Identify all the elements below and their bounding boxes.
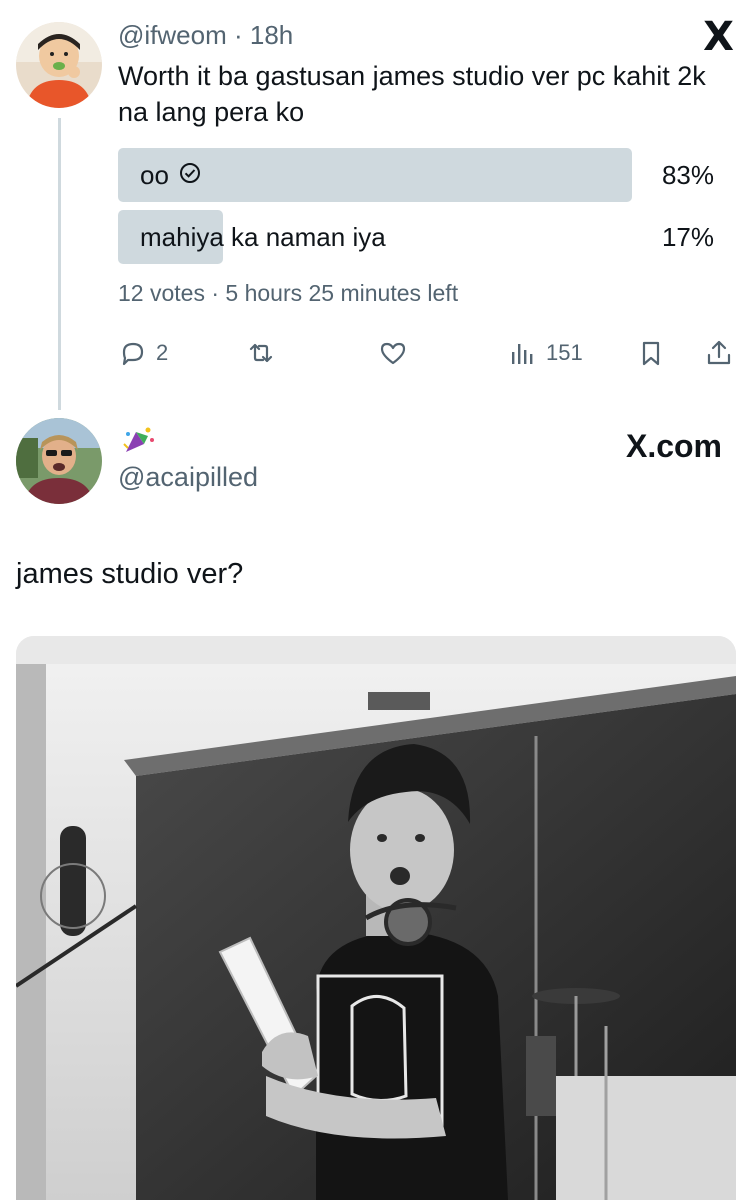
poll-meta: 12 votes · 5 hours 25 minutes left — [118, 280, 458, 307]
reply-icon — [118, 338, 148, 368]
bookmark-button[interactable] — [636, 338, 666, 368]
views-count: 151 — [546, 340, 583, 365]
poll-option-label: mahiya ka naman iya — [140, 222, 386, 252]
poll-option-percent: 83% — [661, 160, 714, 190]
x-logo-icon: X — [703, 14, 734, 60]
like-button[interactable] — [378, 338, 408, 368]
retweet-button[interactable] — [246, 338, 276, 368]
reply-count: 2 — [156, 340, 169, 365]
tweet-time[interactable]: 18h — [250, 20, 293, 50]
poll-option-percent: 17% — [661, 222, 714, 252]
like-icon — [378, 338, 408, 368]
share-button[interactable] — [704, 338, 734, 368]
views-icon — [508, 338, 538, 368]
thread-line — [58, 118, 61, 410]
check-circle-icon — [179, 160, 201, 191]
reply-photo[interactable] — [16, 636, 736, 1200]
views-button[interactable]: 151 — [508, 338, 583, 368]
party-sparkle-emoji — [118, 422, 156, 460]
tweet-text: Worth it ba gastusan james studio ver pc… — [118, 61, 706, 127]
share-icon — [704, 338, 734, 368]
action-bar: 2 151 — [118, 338, 738, 374]
reply-button[interactable]: 2 — [118, 338, 168, 368]
poll-separator: · — [211, 280, 220, 306]
poll-option-label-row: oo — [140, 160, 201, 191]
tweet-handle[interactable]: @ifweom — [118, 20, 227, 50]
poll-option-label-row: mahiya ka naman iya — [140, 222, 386, 253]
poll-option-oo: oo 83% — [118, 148, 714, 202]
x-com-watermark: X.com — [625, 428, 722, 464]
tweet-avatar[interactable] — [16, 22, 102, 108]
reply-avatar[interactable] — [16, 418, 102, 504]
meta-separator: · — [233, 20, 243, 50]
bookmark-icon — [636, 338, 666, 368]
reply-text: james studio ver? — [16, 558, 244, 590]
retweet-icon — [246, 338, 276, 368]
poll-option-mahiya: mahiya ka naman iya 17% — [118, 210, 714, 264]
poll-time-left: 5 hours 25 minutes left — [225, 280, 459, 306]
tweet-meta: @ifweom · 18h — [118, 20, 293, 51]
reply-handle[interactable]: @acaipilled — [118, 462, 258, 493]
poll-votes: 12 votes — [118, 280, 205, 306]
poll-option-label: oo — [140, 160, 169, 190]
